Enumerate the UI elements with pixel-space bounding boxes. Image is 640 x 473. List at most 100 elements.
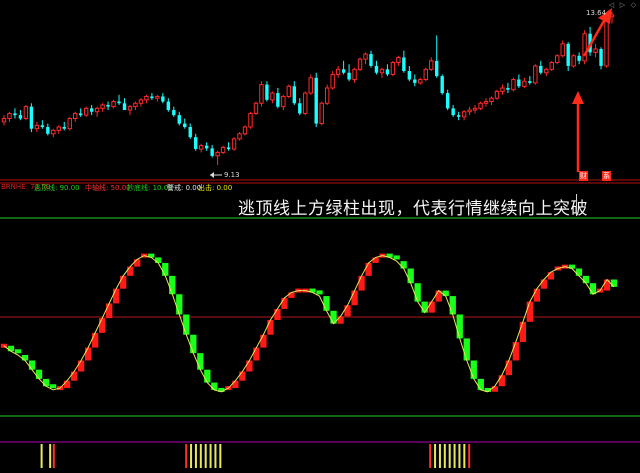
candle-down — [29, 106, 34, 129]
candle-down — [539, 65, 543, 73]
candle-up — [324, 87, 330, 104]
candle-up — [390, 62, 396, 75]
signal-bars — [40, 444, 471, 468]
candle-down — [161, 96, 165, 102]
oscillator-bar-down — [582, 275, 590, 284]
oscillator-bar-up — [113, 288, 120, 304]
oscillator-bar-up — [344, 305, 351, 317]
candle-down — [78, 113, 83, 116]
oscillator-bar-down — [197, 353, 204, 370]
candle-down — [341, 69, 346, 73]
oscillator-bar-up — [84, 347, 92, 361]
zoom-icon[interactable]: ◇ — [630, 2, 637, 9]
candle-up — [604, 16, 609, 67]
candle-up — [259, 84, 264, 104]
oscillator-bar-up — [134, 259, 141, 267]
candle-up — [111, 101, 116, 108]
oscillator-bar-up — [505, 360, 512, 376]
candle-up — [461, 111, 467, 118]
candle-up — [544, 68, 549, 74]
badge-right[interactable]: 系 — [602, 171, 611, 181]
candle-up — [335, 68, 341, 75]
candle-up — [51, 129, 56, 135]
candle-up — [379, 68, 385, 74]
signal-bar — [448, 444, 451, 468]
candle-down — [122, 103, 127, 111]
high-price-label: 13.64 — [586, 9, 607, 17]
oscillator-bar-down — [204, 369, 211, 383]
oscillator-bar-up — [63, 380, 71, 389]
candle-up — [220, 146, 226, 153]
signal-bar — [434, 444, 437, 468]
price-candles — [1, 12, 615, 165]
oscillator-bar-up — [547, 272, 555, 280]
candle-down — [314, 77, 318, 124]
candle-up — [144, 95, 149, 101]
oscillator-bar-up — [540, 279, 548, 289]
candle-up — [7, 112, 12, 120]
candle-up — [138, 99, 144, 104]
oscillator-bar-down — [421, 301, 428, 313]
chart-canvas[interactable] — [0, 0, 640, 473]
candle-up — [429, 60, 434, 70]
oscillator-bar-down — [323, 296, 330, 311]
oscillator-bar-up — [253, 347, 260, 361]
candle-down — [117, 101, 121, 104]
candle-up — [467, 109, 472, 113]
candle-up — [489, 97, 494, 103]
oscillator-bar-down — [162, 262, 169, 276]
signal-bar — [468, 444, 471, 468]
oscillator-bar-down — [575, 268, 583, 276]
annotation-caption: 逃顶线上方绿柱出现，代表行情继续向上突破 — [238, 199, 588, 219]
scroll-right-icon[interactable]: ▷ — [619, 2, 626, 9]
candle-up — [500, 87, 505, 92]
oscillator-bar-down — [316, 290, 323, 295]
candle-down — [445, 93, 450, 109]
candle-up — [94, 107, 100, 113]
signal-bar — [219, 444, 222, 468]
signal-bar — [453, 444, 456, 468]
oscillator-bar-up — [267, 320, 274, 335]
candle-down — [204, 145, 209, 149]
oscillator-bar-up — [274, 308, 281, 320]
candle-down — [265, 84, 269, 100]
candle-up — [423, 68, 428, 81]
candle-up — [270, 92, 275, 101]
oscillator-bar-down — [407, 268, 414, 284]
signal-bar — [199, 444, 202, 468]
indicator-item-bottom-line: 抄底线: 10.00 — [127, 184, 173, 192]
scroll-left-icon[interactable]: ◁ — [608, 2, 615, 9]
oscillator-bar-up — [281, 297, 288, 309]
oscillator-bar-down — [400, 261, 407, 269]
candle-down — [150, 96, 154, 99]
oscillator-bar-up — [77, 360, 85, 372]
annotation-arrow-vertical — [572, 91, 584, 172]
oscillator-bar-down — [414, 283, 421, 302]
signal-bar — [209, 444, 212, 468]
candle-up — [286, 85, 292, 97]
candle-up — [237, 133, 242, 140]
oscillator-bar-down — [190, 334, 197, 354]
oscillator-bar-down — [14, 349, 22, 354]
oscillator-bar-down — [169, 275, 176, 295]
badge-left[interactable]: 财 — [579, 171, 588, 181]
candle-down — [166, 101, 171, 111]
candle-up — [560, 43, 565, 57]
candle-down — [435, 60, 439, 77]
low-marker — [210, 172, 222, 178]
candle-down — [183, 123, 187, 128]
oscillator-bar-up — [232, 380, 239, 389]
oscillator-bar-up — [351, 290, 358, 306]
candle-down — [347, 72, 351, 80]
candle-up — [56, 126, 61, 131]
candle-down — [506, 87, 510, 90]
candle-up — [352, 68, 357, 81]
candle-up — [363, 53, 368, 60]
candle-up — [303, 92, 308, 114]
oscillator-bar-up — [239, 371, 246, 381]
low-price-label: 9.13 — [224, 171, 240, 179]
candle-down — [276, 93, 280, 107]
candle-down — [177, 115, 181, 124]
oscillator-bar-down — [477, 378, 484, 390]
candle-up — [253, 102, 259, 114]
